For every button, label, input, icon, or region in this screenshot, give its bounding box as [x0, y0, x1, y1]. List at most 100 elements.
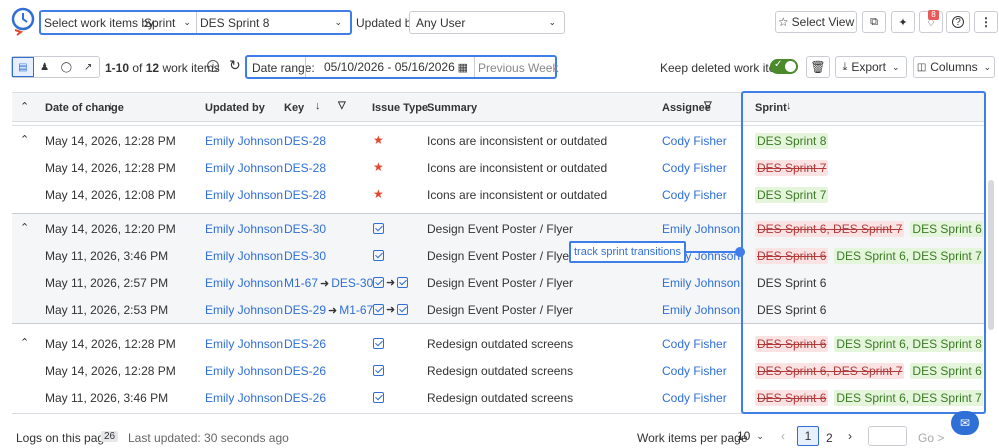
assignee-link[interactable]: Cody Fisher	[662, 188, 727, 202]
export-button[interactable]: ⤓ Export ⌄	[835, 56, 907, 78]
share-icon: ⧉	[870, 15, 878, 28]
download-icon: ⤓	[842, 60, 848, 73]
summary-cell: Redesign outdated screens	[427, 391, 574, 405]
assignee-link[interactable]: Cody Fisher	[662, 391, 727, 405]
date-preset-select[interactable]: Previous Week	[478, 61, 558, 75]
per-page-label: Work items per page	[637, 431, 748, 445]
refresh-icon[interactable]: ↻	[229, 57, 241, 74]
page-2-button[interactable]: 2	[826, 431, 833, 445]
chevron-down-icon: ⌄	[334, 17, 342, 27]
date-cell: May 11, 2026, 2:53 PM	[45, 303, 169, 317]
shield-view-button[interactable]: ◯	[56, 57, 78, 77]
key-link[interactable]: DES-26	[284, 364, 326, 378]
select-type-dropdown[interactable]: Sprint ⌄	[144, 13, 196, 32]
updated-by-link[interactable]: Emily Johnson	[205, 276, 283, 290]
updated-by-dropdown[interactable]: Any User ⌄	[409, 11, 565, 34]
summary-cell: Design Event Poster / Flyer	[427, 222, 574, 236]
chevron-down-icon: ⌄	[983, 61, 992, 72]
issue-type-cell: ★	[373, 160, 384, 174]
task-icon	[373, 250, 384, 262]
task-icon	[373, 338, 384, 350]
list-icon: ▤	[18, 61, 28, 73]
chevron-down-icon: ⌄	[892, 61, 900, 72]
column-header-issue-type[interactable]: Issue Type	[372, 102, 428, 114]
collapse-all-icon[interactable]: ⌃	[20, 100, 29, 113]
assignee-link[interactable]: Emily Johnson	[662, 303, 740, 317]
magic-wand-button[interactable]: ✦	[891, 11, 915, 33]
issue-type-cell: ➜	[373, 275, 409, 289]
scrollbar[interactable]	[988, 180, 994, 330]
select-view-button[interactable]: ☆ Select View	[775, 11, 857, 33]
chat-button[interactable]: ✉	[951, 411, 979, 435]
collapse-group-icon[interactable]: ⌃	[20, 336, 29, 349]
magic-wand-icon: ✦	[898, 16, 908, 29]
more-button[interactable]: ⋮	[974, 11, 998, 33]
filter-icon[interactable]: ▽	[338, 100, 346, 111]
go-to-page-input[interactable]	[868, 426, 907, 446]
key-link-from[interactable]: M1-67	[284, 276, 318, 290]
assignee-link[interactable]: Emily Johnson	[662, 276, 740, 290]
assignee-link[interactable]: Cody Fisher	[662, 161, 727, 175]
key-link[interactable]: DES-30	[284, 222, 326, 236]
go-button[interactable]: Go >	[918, 431, 944, 445]
updated-by-link[interactable]: Emily Johnson	[205, 222, 283, 236]
filter-icon[interactable]: ▽	[704, 100, 712, 111]
updated-by-link[interactable]: Emily Johnson	[205, 134, 283, 148]
issue-type-cell: ➜	[373, 302, 409, 316]
share-button[interactable]: ⧉	[862, 11, 886, 33]
assignee-link[interactable]: Emily Johnson	[662, 222, 740, 236]
select-value-dropdown[interactable]: DES Sprint 8 ⌄	[200, 13, 348, 32]
date-cell: May 11, 2026, 3:46 PM	[45, 249, 169, 263]
chevron-down-icon: ⌄	[183, 17, 191, 27]
task-icon	[397, 304, 409, 316]
sort-desc-icon[interactable]: ↓	[108, 100, 114, 112]
date-cell: May 11, 2026, 2:57 PM	[45, 276, 169, 290]
column-header-updated-by[interactable]: Updated by	[205, 102, 265, 114]
key-link[interactable]: DES-28	[284, 134, 326, 148]
key-link[interactable]: DES-26	[284, 391, 326, 405]
bug-icon: ★	[373, 187, 384, 201]
updated-by-link[interactable]: Emily Johnson	[205, 188, 283, 202]
shield-icon: ◯	[60, 61, 72, 73]
key-link[interactable]: DES-26	[284, 337, 326, 351]
columns-button[interactable]: ◫ Columns ⌄	[913, 56, 995, 78]
users-icon: ♟	[40, 61, 50, 73]
page-1-button[interactable]: 1	[797, 426, 819, 446]
summary-cell: Redesign outdated screens	[427, 337, 574, 351]
key-link[interactable]: DES-28	[284, 188, 326, 202]
assignee-link[interactable]: Cody Fisher	[662, 134, 727, 148]
assignee-link[interactable]: Cody Fisher	[662, 364, 727, 378]
summary-cell: Design Event Poster / Flyer	[427, 276, 574, 290]
delete-button[interactable]: 🗑	[806, 56, 830, 78]
column-header-summary[interactable]: Summary	[427, 102, 477, 114]
updated-by-link[interactable]: Emily Johnson	[205, 249, 283, 263]
callout-connector	[686, 251, 738, 253]
updated-by-link[interactable]: Emily Johnson	[205, 391, 283, 405]
key-link[interactable]: DES-30	[331, 276, 373, 290]
keep-deleted-toggle[interactable]: ✓	[770, 59, 798, 74]
key-link[interactable]: M1-67	[339, 303, 373, 317]
key-link[interactable]: DES-30	[284, 249, 326, 263]
key-link[interactable]: DES-28	[284, 161, 326, 175]
users-view-button[interactable]: ♟	[34, 57, 56, 77]
collapse-group-icon[interactable]: ⌃	[20, 133, 29, 146]
column-header-key[interactable]: Key	[284, 102, 304, 114]
sort-desc-icon[interactable]: ↓	[315, 100, 321, 112]
next-page-icon[interactable]: ›	[848, 429, 852, 443]
date-cell: May 14, 2026, 12:28 PM	[45, 337, 176, 351]
help-button[interactable]: ?	[946, 11, 970, 33]
updated-by-link[interactable]: Emily Johnson	[205, 303, 283, 317]
info-icon[interactable]: i	[207, 60, 219, 72]
prev-page-icon[interactable]: ‹	[781, 429, 785, 443]
per-page-select[interactable]: 10 ⌄	[733, 426, 769, 446]
updated-by-link[interactable]: Emily Johnson	[205, 364, 283, 378]
calendar-icon[interactable]: ▦	[458, 61, 468, 74]
collapse-group-icon[interactable]: ⌃	[20, 221, 29, 234]
updated-by-link[interactable]: Emily Johnson	[205, 337, 283, 351]
list-view-button[interactable]: ▤	[12, 57, 34, 77]
assignee-link[interactable]: Cody Fisher	[662, 337, 727, 351]
chart-view-button[interactable]: ↗	[77, 57, 99, 77]
updated-by-link[interactable]: Emily Johnson	[205, 161, 283, 175]
date-range-input[interactable]: 05/10/2026 - 05/16/2026 ▦	[306, 57, 474, 77]
key-link-from[interactable]: DES-29	[284, 303, 326, 317]
